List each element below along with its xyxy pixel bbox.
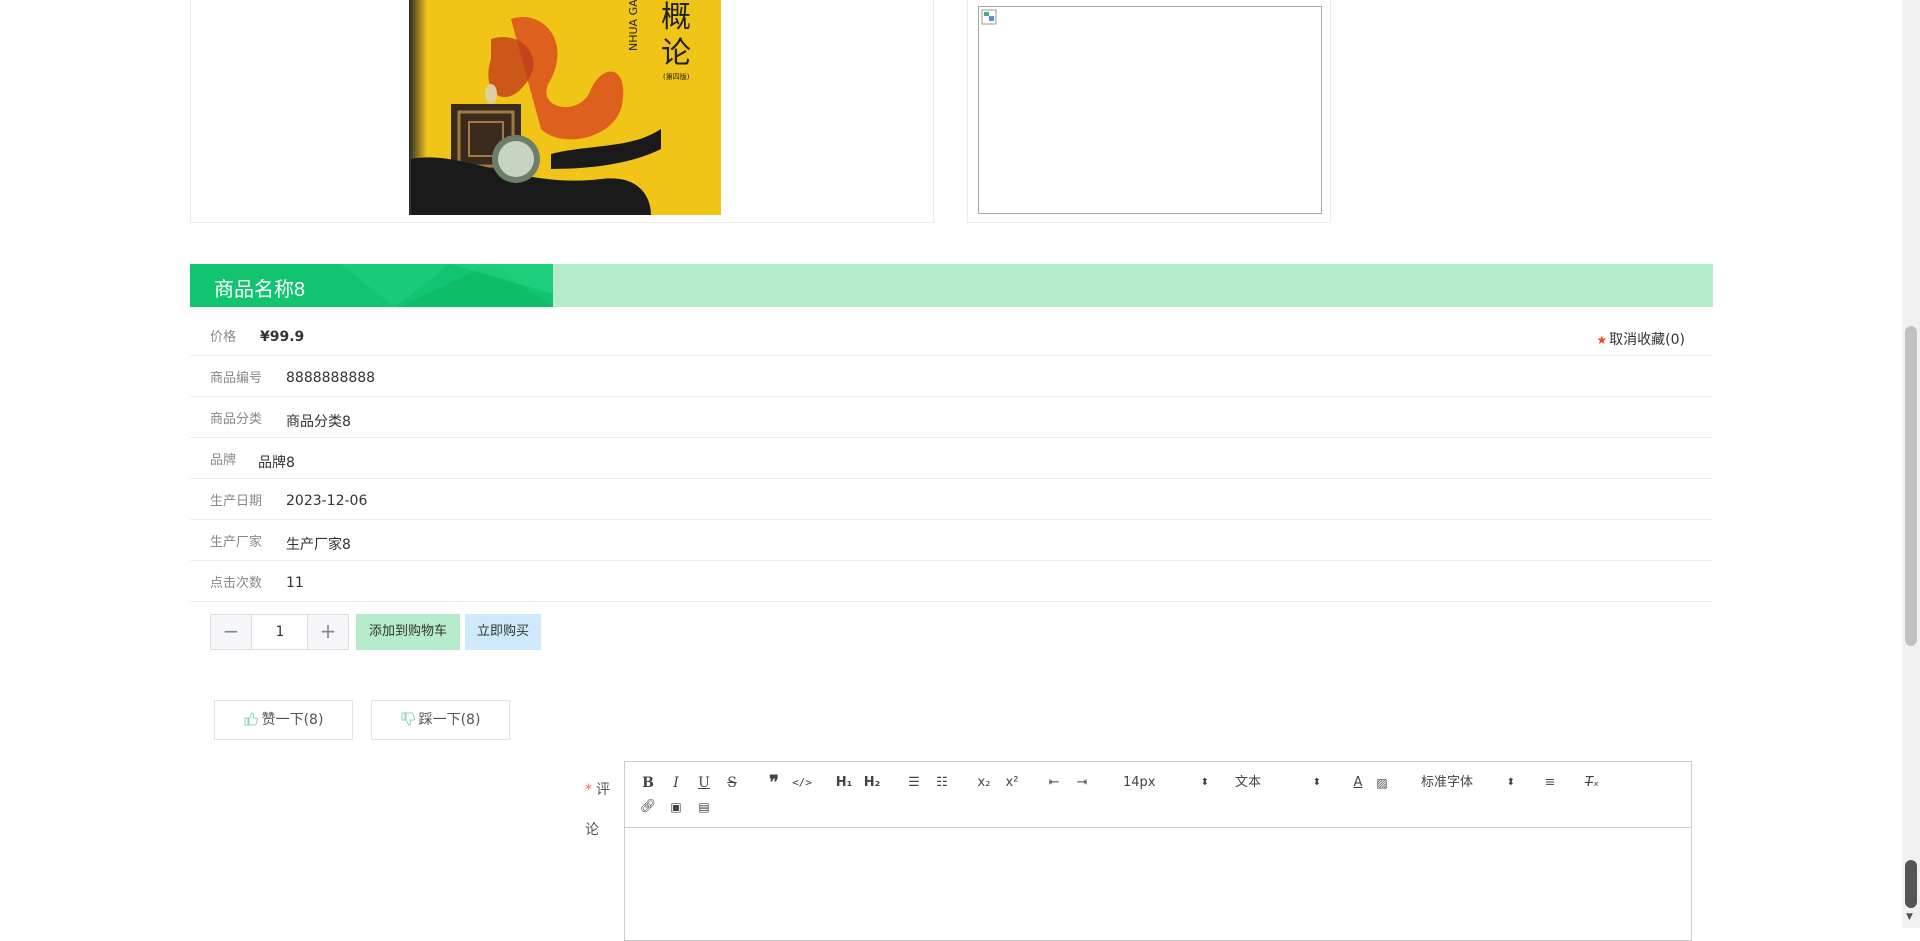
comment-label: * 评论: [585, 770, 613, 850]
buy-now-button[interactable]: 立即购买: [465, 614, 541, 650]
font-size-value: 14px: [1123, 775, 1156, 790]
row-label: 商品编号: [210, 371, 263, 386]
broken-image: [978, 6, 1322, 214]
thumbs-up-icon: [244, 703, 258, 741]
row-value: 生产厂家8: [286, 537, 351, 553]
star-icon: ★: [1596, 333, 1608, 347]
thumbnail-panel: [967, 0, 1331, 223]
row-value: 品牌8: [258, 455, 295, 471]
book-char-1: 概: [661, 0, 691, 35]
row-value: 2023-12-06: [286, 493, 368, 509]
book-cover-image: 概 论 NHUA GAILUN (第四版): [401, 0, 721, 217]
detail-row-manufacturer: 生产厂家 生产厂家8: [190, 521, 1713, 561]
row-value: 商品分类8: [286, 414, 351, 430]
add-to-cart-button[interactable]: 添加到购物车: [356, 614, 460, 650]
product-title-bar: 商品名称8: [190, 264, 1713, 307]
font-family-value: 标准字体: [1421, 775, 1474, 790]
detail-row-date: 生产日期 2023-12-06: [190, 480, 1713, 520]
quantity-decrease-button[interactable]: −: [211, 615, 252, 649]
align-icon[interactable]: ≡: [1539, 772, 1561, 794]
scrollbar-indicator: [1905, 860, 1917, 908]
row-value: 11: [286, 575, 304, 591]
superscript-icon[interactable]: x²: [1001, 772, 1023, 794]
indent-icon[interactable]: ⇥: [1071, 772, 1093, 794]
scrollbar-thumb[interactable]: [1905, 326, 1917, 646]
row-label: 品牌: [210, 453, 237, 468]
row-label: 生产日期: [210, 494, 263, 509]
background-color-icon[interactable]: ▨: [1371, 772, 1393, 794]
underline-icon[interactable]: U: [693, 772, 715, 794]
ordered-list-icon[interactable]: ☰: [903, 772, 925, 794]
book-edition: (第四版): [663, 72, 690, 81]
font-color-icon[interactable]: A: [1347, 772, 1369, 794]
detail-row-category: 商品分类 商品分类8: [190, 398, 1713, 438]
clear-format-icon[interactable]: T̶ₓ: [1581, 772, 1603, 794]
italic-icon[interactable]: I: [665, 772, 687, 794]
link-icon[interactable]: 🔗︎: [637, 796, 659, 818]
quantity-input[interactable]: 1: [252, 615, 308, 649]
editor-content-area[interactable]: [625, 828, 1691, 940]
required-mark: *: [585, 782, 592, 798]
header-type-select[interactable]: 文本 ⬍: [1235, 772, 1321, 794]
bold-icon[interactable]: B: [637, 772, 659, 794]
book-char-2: 论: [661, 36, 691, 71]
bullet-list-icon[interactable]: ☷: [931, 772, 953, 794]
font-size-select[interactable]: 14px ⬍: [1123, 772, 1209, 794]
price-row: 价格 ¥99.9 ★ 取消收藏(0): [190, 316, 1713, 356]
select-arrow-icon: ⬍: [1506, 777, 1515, 788]
quantity-stepper: − 1 +: [210, 614, 349, 650]
detail-row-brand: 品牌 品牌8: [190, 439, 1713, 479]
cancel-favorite-button[interactable]: ★ 取消收藏(0): [1596, 329, 1685, 349]
price-value: ¥99.9: [260, 329, 305, 345]
detail-row-code: 商品编号 8888888888: [190, 357, 1713, 397]
price-label: 价格: [210, 330, 237, 345]
row-value: 8888888888: [286, 370, 376, 386]
select-arrow-icon: ⬍: [1200, 777, 1209, 788]
thumbs-down-icon: [401, 703, 415, 741]
strike-icon[interactable]: S: [721, 772, 743, 794]
comment-editor: B I U S ❞ </> H₁ H₂ ☰ ☷ x₂ x² ⇤ ⇥ 14px ⬍ …: [624, 761, 1692, 941]
header-2-icon[interactable]: H₂: [861, 772, 883, 794]
detail-row-clicks: 点击次数 11: [190, 562, 1713, 602]
product-title: 商品名称8: [214, 279, 306, 301]
page-scrollbar[interactable]: ▼: [1902, 0, 1920, 928]
cancel-favorite-label: 取消收藏(0): [1609, 332, 1685, 348]
row-label: 点击次数: [210, 576, 263, 591]
like-label: 赞一下(8): [261, 712, 324, 728]
font-family-select[interactable]: 标准字体 ⬍: [1421, 772, 1515, 794]
subscript-icon[interactable]: x₂: [973, 772, 995, 794]
video-icon[interactable]: ▤: [693, 796, 715, 818]
product-image-panel: 概 论 NHUA GAILUN (第四版): [190, 0, 934, 223]
row-label: 商品分类: [210, 412, 263, 427]
image-icon[interactable]: ▣: [665, 796, 687, 818]
dislike-label: 踩一下(8): [418, 712, 481, 728]
title-tab: 商品名称8: [190, 264, 553, 307]
blockquote-icon[interactable]: ❞: [763, 772, 785, 794]
broken-image-icon: [981, 9, 997, 25]
book-latin: NHUA GAILUN: [627, 0, 640, 51]
scroll-down-arrow-icon[interactable]: ▼: [1906, 912, 1913, 922]
header-type-value: 文本: [1235, 775, 1262, 790]
header-1-icon[interactable]: H₁: [833, 772, 855, 794]
editor-toolbar: B I U S ❞ </> H₁ H₂ ☰ ☷ x₂ x² ⇤ ⇥ 14px ⬍ …: [625, 762, 1691, 828]
outdent-icon[interactable]: ⇤: [1043, 772, 1065, 794]
like-button[interactable]: 赞一下(8): [214, 700, 353, 740]
quantity-increase-button[interactable]: +: [307, 615, 348, 649]
dislike-button[interactable]: 踩一下(8): [371, 700, 510, 740]
code-block-icon[interactable]: </>: [791, 772, 813, 794]
select-arrow-icon: ⬍: [1312, 777, 1321, 788]
row-label: 生产厂家: [210, 535, 263, 550]
